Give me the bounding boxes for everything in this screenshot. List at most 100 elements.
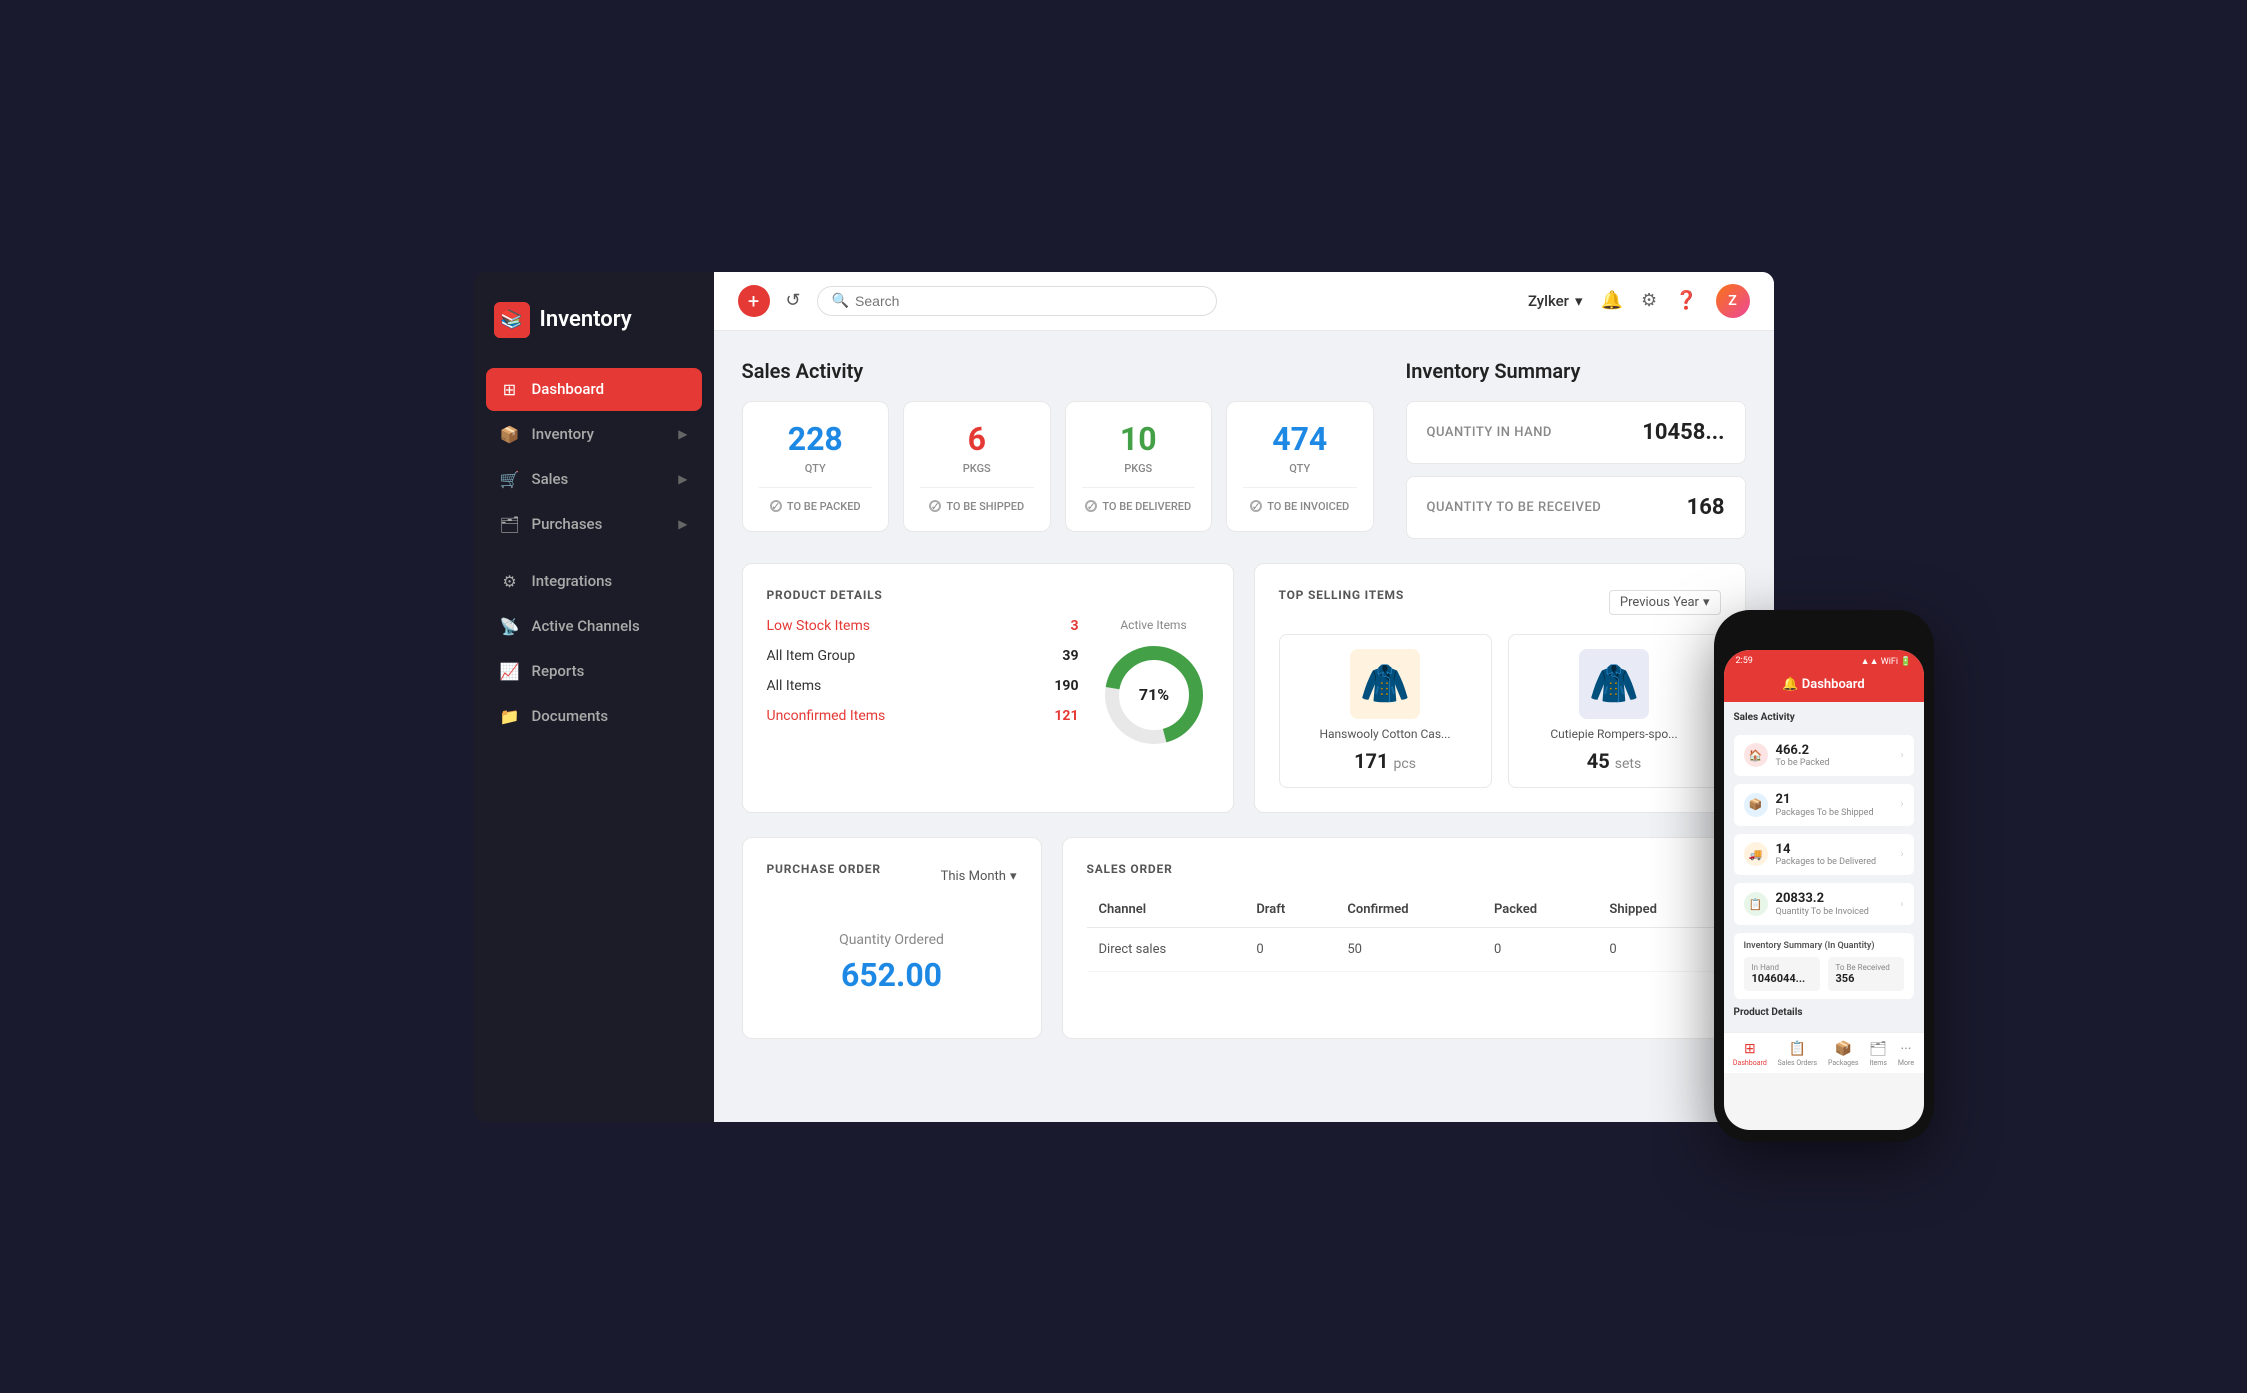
product-row-all-items[interactable]: All Items 190 [767,678,1079,694]
notifications-icon[interactable]: 🔔 [1601,290,1623,311]
phone-activity-ship[interactable]: 📦 21 Packages To be Shipped › [1734,784,1914,826]
phone-activity-invoice[interactable]: 📋 20833.2 Quantity To be Invoiced › [1734,883,1914,925]
sidebar-item-purchases[interactable]: 🗂 Purchases ▶ [486,503,702,546]
phone-nav-more[interactable]: ··· More [1898,1041,1914,1067]
sidebar-logo: 📚 Inventory [474,292,714,368]
phone-to-receive-value: 356 [1836,972,1896,985]
sidebar-item-label: Integrations [532,572,613,590]
inv-box-to-receive: QUANTITY TO BE RECEIVED 168 [1406,476,1746,539]
phone-pack-icon: 🏠 [1744,743,1768,767]
channels-icon: 📡 [500,617,520,636]
so-shipped: 0 [1597,927,1720,971]
sidebar-item-integrations[interactable]: ⚙ Integrations [486,560,702,603]
top-item-1[interactable]: 🧥 Hanswooly Cotton Cas... 171 pcs [1279,634,1492,788]
po-body-label: Quantity Ordered [839,932,944,948]
active-items-label: Active Items [1120,618,1186,632]
top-selling-items-grid: 🧥 Hanswooly Cotton Cas... 171 pcs 🧥 Cuti… [1279,634,1721,788]
sidebar-item-inventory[interactable]: 📦 Inventory ▶ [486,413,702,456]
invoice-number: 474 [1272,420,1327,458]
product-row-item-group[interactable]: All Item Group 39 [767,648,1079,664]
sidebar-item-label: Inventory [532,425,594,443]
phone-mockup: 2:59 ▲▲ WiFi 🔋 🔔 Dashboard Sales Activit… [1714,610,1934,1142]
reports-icon: 📈 [500,662,520,681]
dashboard-icon: ⊞ [500,380,520,399]
product-row-low-stock[interactable]: Low Stock Items 3 [767,618,1079,634]
phone-inv-hand: In Hand 1046044... [1744,957,1820,991]
phone-invoice-icon: 📋 [1744,892,1768,916]
po-header: PURCHASE ORDER This Month ▾ [767,862,1017,892]
inventory-summary-section: Inventory Summary QUANTITY IN HAND 10458… [1406,359,1746,539]
so-draft: 0 [1244,927,1335,971]
in-hand-label: QUANTITY IN HAND [1427,425,1552,440]
phone-bell-icon: 🔔 [1782,677,1801,692]
phone-nav-items[interactable]: 🗂 Items [1869,1041,1887,1067]
invoice-sub: Qty [1289,462,1310,475]
chevron-right-icon: ▶ [678,517,687,531]
sales-cards: 228 Qty ✓ TO BE PACKED 6 Pkgs [742,401,1374,532]
inventory-summary-title: Inventory Summary [1406,359,1746,383]
pack-number: 228 [788,420,843,458]
phone-activity-pack[interactable]: 🏠 466.2 To be Packed › [1734,735,1914,777]
phone-nav-more-icon: ··· [1900,1041,1911,1057]
sales-activity-title: Sales Activity [742,359,1374,383]
po-filter[interactable]: This Month ▾ [941,869,1017,884]
donut-chart: 71% [1099,640,1209,750]
integrations-icon: ⚙ [500,572,520,591]
invoice-label: ✓ TO BE INVOICED [1250,500,1349,513]
sales-card-pack[interactable]: 228 Qty ✓ TO BE PACKED [742,401,890,532]
phone-header: 🔔 Dashboard [1724,673,1924,702]
ship-label: ✓ TO BE SHIPPED [929,500,1024,513]
po-title: PURCHASE ORDER [767,862,881,876]
product-row-unconfirmed[interactable]: Unconfirmed Items 121 [767,708,1079,724]
phone-ship-text: 21 Packages To be Shipped [1776,792,1893,818]
sidebar-item-sales[interactable]: 🛒 Sales ▶ [486,458,702,501]
check-icon: ✓ [1250,500,1262,512]
phone-activity-deliver[interactable]: 🚚 14 Packages to be Delivered › [1734,834,1914,876]
history-icon[interactable]: ↺ [786,290,801,311]
phone-inv-label: Inventory Summary (In Quantity) [1744,941,1904,951]
to-receive-label: QUANTITY TO BE RECEIVED [1427,500,1602,515]
add-button[interactable]: + [738,285,770,317]
phone-nav-sales-orders[interactable]: 📋 Sales Orders [1778,1041,1818,1067]
top-item-2[interactable]: 🧥 Cutiepie Rompers-spo... 45 sets [1508,634,1721,788]
sales-card-ship[interactable]: 6 Pkgs ✓ TO BE SHIPPED [903,401,1051,532]
topbar-right: Zylker ▾ 🔔 ⚙ ❓ Z [1528,284,1750,318]
so-packed: 0 [1482,927,1597,971]
svg-text:71%: 71% [1138,685,1168,704]
deliver-label: ✓ TO BE DELIVERED [1085,500,1191,513]
phone-invoice-label: Quantity To be Invoiced [1776,907,1893,917]
sidebar-item-label: Reports [532,662,585,680]
chevron-right-icon: › [1900,750,1903,761]
avatar[interactable]: Z [1716,284,1750,318]
sales-card-deliver[interactable]: 10 Pkgs ✓ TO BE DELIVERED [1065,401,1213,532]
inventory-icon: 📦 [500,425,520,444]
sidebar-item-label: Purchases [532,515,603,533]
sales-card-invoice[interactable]: 474 Qty ✓ TO BE INVOICED [1226,401,1374,532]
phone-notch [1784,622,1864,644]
table-row[interactable]: Direct sales 0 50 0 0 [1087,927,1721,971]
phone-time: 2:59 [1736,656,1753,666]
chevron-right-icon: ▶ [678,427,687,441]
sidebar-item-reports[interactable]: 📈 Reports [486,650,702,693]
sidebar-item-dashboard[interactable]: ⊞ Dashboard [486,368,702,411]
sidebar-item-label: Active Channels [532,617,640,635]
sidebar-item-documents[interactable]: 📁 Documents [486,695,702,738]
sidebar-item-active-channels[interactable]: 📡 Active Channels [486,605,702,648]
settings-icon[interactable]: ⚙ [1641,290,1657,311]
in-hand-value: 10458... [1642,420,1724,445]
search-input[interactable] [855,293,1202,309]
top-selling-filter[interactable]: Previous Year ▾ [1609,590,1721,615]
search-bar[interactable]: 🔍 [817,286,1217,316]
top-selling-card: TOP SELLING ITEMS Previous Year ▾ 🧥 Hans… [1254,563,1746,813]
phone-nav-packages[interactable]: 📦 Packages [1828,1041,1858,1067]
so-col-draft: Draft [1244,892,1335,928]
deliver-number: 10 [1120,420,1157,458]
phone-nav-dashboard[interactable]: ⊞ Dashboard [1733,1041,1767,1067]
phone-inv-receive: To Be Received 356 [1828,957,1904,991]
help-icon[interactable]: ❓ [1675,290,1697,311]
phone-status-bar: 2:59 ▲▲ WiFi 🔋 [1724,650,1924,673]
so-col-confirmed: Confirmed [1335,892,1482,928]
org-selector[interactable]: Zylker ▾ [1528,292,1583,310]
phone-pack-num: 466.2 [1776,743,1893,759]
ship-number: 6 [968,420,986,458]
